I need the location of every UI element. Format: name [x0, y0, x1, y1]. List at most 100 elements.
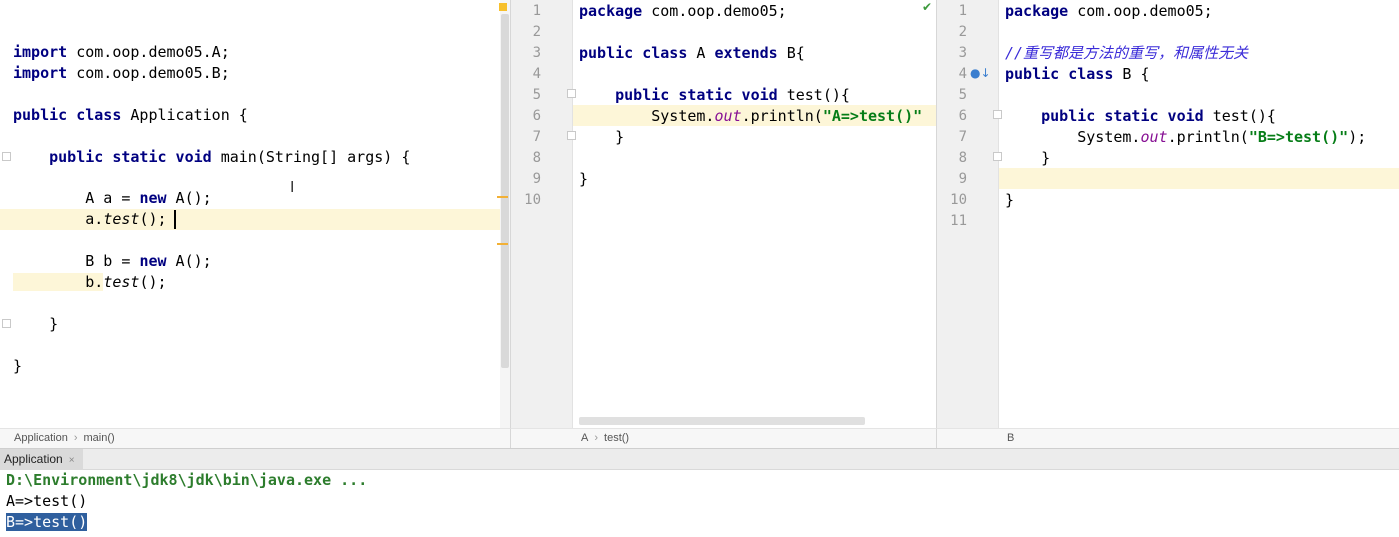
code-token: .println( [741, 107, 823, 125]
code-token: A(); [166, 252, 212, 270]
code-token: public class [13, 106, 122, 124]
line-number[interactable]: 6 [515, 106, 541, 127]
breadcrumb-application[interactable]: Application › main() [0, 428, 510, 448]
fold-marker[interactable] [993, 152, 1002, 161]
line-number-gutter[interactable]: 1 2 3 4 5 6 7 8 9 10 11 [937, 0, 999, 428]
line-number[interactable]: 4 [515, 64, 541, 85]
code-line[interactable]: public class B { [1005, 64, 1150, 85]
code-token: } [13, 357, 23, 375]
code-token: public static void [615, 86, 778, 104]
line-number-gutter[interactable]: 1 2 3 4 5 6 7 8 9 10 [511, 0, 573, 428]
line-number[interactable]: 6 [941, 106, 967, 127]
breadcrumb-class-b[interactable]: B [936, 428, 1399, 448]
fold-marker[interactable] [993, 110, 1002, 119]
breadcrumb-item[interactable]: A [581, 432, 588, 444]
run-console[interactable]: D:\Environment\jdk8\jdk\bin\java.exe ...… [0, 470, 1399, 537]
code-line[interactable]: public class A extends B{ [579, 43, 805, 64]
line-number[interactable]: 11 [941, 211, 967, 232]
code-line[interactable]: package com.oop.demo05; [579, 1, 787, 22]
code-token: public static void [1041, 107, 1204, 125]
breadcrumb-item[interactable]: main() [84, 432, 115, 444]
line-number[interactable]: 7 [941, 127, 967, 148]
code-line[interactable]: //重写都是方法的重写，和属性无关 [1005, 43, 1248, 64]
breadcrumb-item[interactable]: test() [604, 432, 629, 444]
code-token: public class [579, 44, 688, 62]
code-token: Application { [121, 106, 248, 124]
line-number[interactable]: 2 [941, 22, 967, 43]
code-line[interactable]: public static void main(String[] args) { [13, 147, 410, 168]
scrollbar-thumb[interactable] [501, 14, 509, 368]
fold-marker[interactable] [2, 152, 11, 161]
line-number[interactable]: 3 [515, 43, 541, 64]
line-number[interactable]: 5 [515, 85, 541, 106]
line-number[interactable]: 2 [515, 22, 541, 43]
line-number[interactable]: 10 [941, 190, 967, 211]
line-number[interactable]: 4 [941, 64, 967, 85]
horizontal-scrollbar[interactable] [579, 417, 865, 425]
code-line[interactable]: System.out.println("A=>test()" [579, 106, 922, 127]
run-tab-application[interactable]: Application × [0, 449, 83, 470]
scroll-marker[interactable] [497, 196, 508, 198]
code-line[interactable]: } [13, 314, 58, 335]
code-line[interactable]: } [1005, 148, 1050, 169]
code-line[interactable]: } [1005, 190, 1014, 211]
code-token: B b = [13, 252, 140, 270]
warning-indicator-icon[interactable] [499, 3, 507, 11]
check-icon: ✔ [921, 0, 932, 14]
code-token: package [579, 2, 643, 20]
code-token: com.oop.demo05; [1068, 2, 1213, 20]
line-number[interactable]: 8 [515, 148, 541, 169]
code-line[interactable]: } [579, 127, 624, 148]
code-line[interactable]: b.test(); [13, 272, 167, 293]
editor-class-a[interactable]: 1 2 3 4 5 6 7 8 9 10 package com.oop.demo05; publi… [510, 0, 936, 428]
scroll-marker[interactable] [497, 243, 508, 245]
code-line[interactable]: import com.oop.demo05.A; [13, 42, 230, 63]
code-token: extends [714, 44, 778, 62]
code-line[interactable]: System.out.println("B=>test()"); [1005, 127, 1366, 148]
code-token: System. [579, 107, 715, 125]
code-token: public static void [49, 148, 212, 166]
code-token: test [103, 210, 140, 228]
code-line[interactable]: public static void test(){ [1005, 106, 1276, 127]
breadcrumb-item[interactable]: Application [14, 432, 68, 444]
code-line[interactable]: } [579, 169, 588, 190]
code-token: (); [139, 210, 167, 228]
line-number[interactable]: 1 [941, 1, 967, 22]
breadcrumb-class-a[interactable]: A › test() [510, 428, 936, 448]
breadcrumb-item[interactable]: B [1007, 432, 1014, 444]
code-line[interactable]: import com.oop.demo05.B; [13, 63, 230, 84]
code-token: B { [1113, 65, 1150, 83]
close-icon[interactable]: × [69, 455, 75, 466]
fold-marker[interactable] [2, 319, 11, 328]
fold-marker[interactable] [567, 89, 576, 98]
editor-class-b[interactable]: 1 2 3 4 5 6 7 8 9 10 11 package com.oop.demo05; //重… [936, 0, 1399, 428]
code-line[interactable]: B b = new A(); [13, 251, 212, 272]
code-token: } [579, 170, 589, 188]
code-line[interactable]: public static void test(){ [579, 85, 850, 106]
chevron-right-icon: › [594, 432, 599, 444]
editor-application[interactable]: import com.oop.demo05.A; import com.oop.d… [0, 0, 510, 428]
line-number[interactable]: 9 [941, 169, 967, 190]
line-number[interactable]: 7 [515, 127, 541, 148]
code-line[interactable]: a.test(); [13, 209, 167, 230]
text-caret [174, 210, 176, 229]
code-line[interactable]: } [13, 356, 22, 377]
line-number[interactable]: 9 [515, 169, 541, 190]
line-number[interactable]: 8 [941, 148, 967, 169]
line-number[interactable]: 1 [515, 1, 541, 22]
mouse-ibeam-cursor: I [290, 178, 295, 196]
line-number[interactable]: 3 [941, 43, 967, 64]
line-number[interactable]: 5 [941, 85, 967, 106]
overridden-method-icon[interactable]: ●↓ [970, 66, 991, 80]
line-number[interactable]: 10 [515, 190, 541, 211]
fold-marker[interactable] [567, 131, 576, 140]
code-line[interactable]: A a = new A(); [13, 188, 211, 209]
code-token: public class [1005, 65, 1114, 83]
code-line[interactable]: package com.oop.demo05; [1005, 1, 1213, 22]
vertical-scrollbar[interactable] [500, 0, 510, 428]
console-output-line-selected[interactable]: B=>test() [6, 513, 88, 531]
code-line[interactable]: public class Application { [13, 105, 248, 126]
code-token: "B=>test()" [1248, 128, 1349, 146]
